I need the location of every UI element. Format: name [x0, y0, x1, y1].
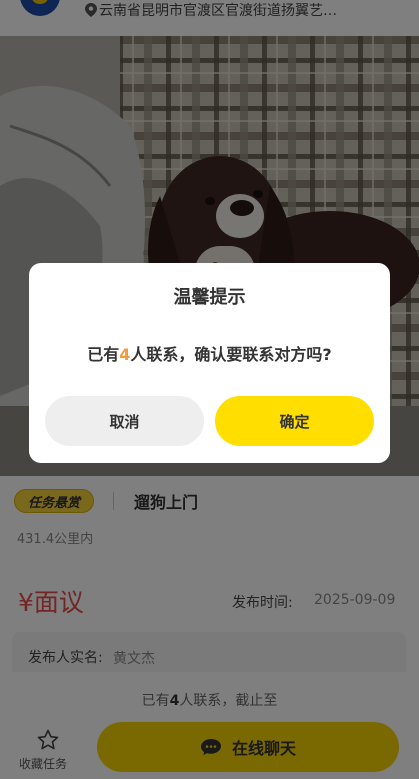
dialog-msg-prefix: 已有	[87, 345, 120, 364]
confirm-contact-dialog: 温馨提示 已有4人联系，确认要联系对方吗? 取消 确定	[29, 263, 390, 463]
dialog-message: 已有4人联系，确认要联系对方吗?	[29, 341, 390, 365]
dialog-contact-count: 4	[119, 345, 131, 364]
dialog-msg-suffix: 人联系，确认要联系对方吗?	[130, 345, 332, 364]
cancel-button[interactable]: 取消	[45, 396, 204, 446]
dialog-title: 温馨提示	[173, 287, 246, 308]
confirm-button[interactable]: 确定	[215, 396, 374, 446]
